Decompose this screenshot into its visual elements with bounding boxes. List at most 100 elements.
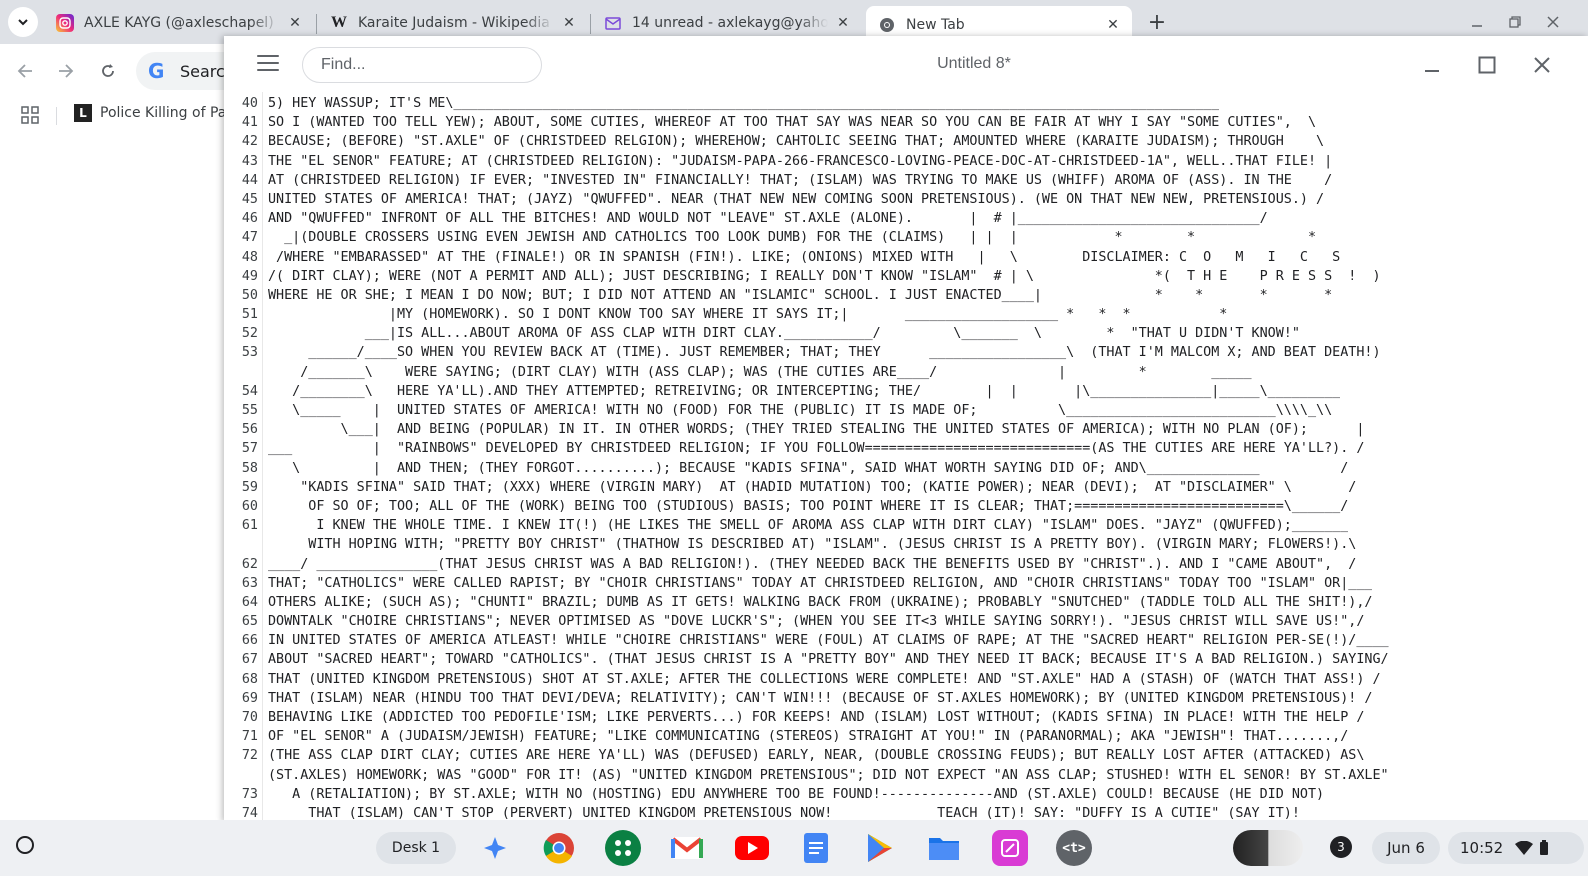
line-text[interactable]: THAT (ISLAM) NEAR (HINDU TOO THAT DEVI/D… — [268, 689, 1372, 708]
editor-body[interactable]: 40 5) HEY WASSUP; IT'S ME\_______________… — [224, 92, 1588, 822]
line-text[interactable]: AND "QWUFFED" INFRONT OF ALL THE BITCHES… — [268, 209, 1268, 228]
text-line[interactable]: 69 THAT (ISLAM) NEAR (HINDU TOO THAT DEVI… — [224, 689, 1588, 708]
close-tab-icon[interactable]: ✕ — [560, 14, 578, 32]
text-line[interactable]: 67 ABOUT "SACRED HEART"; TOWARD "CATHOLIC… — [224, 650, 1588, 669]
text-line[interactable]: 42 BECAUSE; (BEFORE) "ST.AXLE" OF (CHRIST… — [224, 132, 1588, 151]
apps-grid-icon[interactable] — [20, 105, 40, 125]
line-text[interactable]: BEHAVING LIKE (ADDICTED TOO PEDOFILE'ISM… — [268, 708, 1364, 727]
line-text[interactable]: /WHERE "EMBARASSED" AT THE (FINALE!) OR … — [268, 248, 1340, 267]
line-text[interactable]: ___ | "RAINBOWS" DEVELOPED BY CHRISTDEED… — [268, 439, 1364, 458]
assistant-icon[interactable] — [477, 830, 513, 866]
tab-wikipedia[interactable]: W Karaite Judaism - Wikipedia ✕ — [318, 6, 588, 40]
text-line[interactable]: 46 AND "QWUFFED" INFRONT OF ALL THE BITCH… — [224, 209, 1588, 228]
line-text[interactable]: 5) HEY WASSUP; IT'S ME\_________________… — [268, 94, 1219, 113]
apps-icon[interactable] — [605, 830, 641, 866]
text-line[interactable]: 73 A (RETALIATION); BY ST.AXLE; WITH NO … — [224, 785, 1588, 804]
minimize-icon[interactable] — [1464, 10, 1490, 34]
launcher-icon[interactable] — [16, 836, 34, 854]
forward-icon[interactable] — [53, 58, 79, 84]
status-tray[interactable]: 10:52 — [1448, 832, 1584, 864]
notification-badge[interactable]: 3 — [1330, 836, 1352, 858]
play-store-icon[interactable] — [862, 830, 898, 866]
line-text[interactable]: (THE ASS CLAP DIRT CLAY; CUTIES ARE HERE… — [268, 746, 1364, 765]
text-line[interactable]: 52 ___|IS ALL...ABOUT AROMA OF ASS CLAP … — [224, 324, 1588, 343]
text-line[interactable]: 49 /( DIRT CLAY); WERE (NOT A PERMIT AND … — [224, 267, 1588, 286]
text-line[interactable]: 64 OTHERS ALIKE; (SUCH AS); "CHUNTI" BRAZ… — [224, 593, 1588, 612]
text-line[interactable]: 44 AT (CHRISTDEED RELIGION) IF EVER; "INV… — [224, 171, 1588, 190]
text-line[interactable]: 50 WHERE HE OR SHE; I MEAN I DO NOW; BUT;… — [224, 286, 1588, 305]
text-line[interactable]: 65 DOWNTALK "CHOIRE CHRISTIANS"; NEVER OP… — [224, 612, 1588, 631]
text-line[interactable]: 70 BEHAVING LIKE (ADDICTED TOO PEDOFILE'I… — [224, 708, 1588, 727]
text-line[interactable]: 55 \_____ | UNITED STATES OF AMERICA! WI… — [224, 401, 1588, 420]
tab-mail[interactable]: 14 unread - axlekayg@yahoo.c ✕ — [592, 6, 862, 40]
line-text[interactable]: "KADIS SFINA" SAID THAT; (XXX) WHERE (VI… — [268, 478, 1356, 497]
line-text[interactable]: THAT (UNITED KINGDOM PRETENSIOUS) SHOT A… — [268, 670, 1381, 689]
text-line[interactable]: /_______\ WERE SAYING; (DIRT CLAY) WITH … — [224, 363, 1588, 382]
line-text[interactable]: I KNEW THE WHOLE TIME. I KNEW IT(!) (HE … — [268, 516, 1348, 535]
text-line[interactable]: 68 THAT (UNITED KINGDOM PRETENSIOUS) SHOT… — [224, 670, 1588, 689]
text-line[interactable]: (ST.AXLES) HOMEWORK; WAS "GOOD" FOR IT! … — [224, 766, 1588, 785]
line-text[interactable]: WHERE HE OR SHE; I MEAN I DO NOW; BUT; I… — [268, 286, 1332, 305]
line-text[interactable]: DOWNTALK "CHOIRE CHRISTIANS"; NEVER OPTI… — [268, 612, 1364, 631]
maximize-icon[interactable] — [1472, 50, 1502, 80]
close-tab-icon[interactable]: ✕ — [834, 14, 852, 32]
line-text[interactable]: WITH HOPING WITH; "PRETTY BOY CHRIST" (T… — [268, 535, 1356, 554]
reload-icon[interactable] — [95, 58, 121, 84]
tab-search-button[interactable] — [8, 7, 38, 37]
line-text[interactable]: ____/ _______________(THAT JESUS CHRIST … — [268, 555, 1356, 574]
bookmark-item[interactable]: L Police Killing of Pac — [74, 104, 234, 122]
find-input[interactable]: Find... — [302, 47, 542, 83]
text-line[interactable]: 62 ____/ _______________(THAT JESUS CHRIS… — [224, 555, 1588, 574]
youtube-icon[interactable] — [734, 830, 770, 866]
text-line[interactable]: 45 UNITED STATES OF AMERICA! THAT; (JAYZ)… — [224, 190, 1588, 209]
line-text[interactable]: \___| AND BEING (POPULAR) IN IT. IN OTHE… — [268, 420, 1365, 439]
line-text[interactable]: /( DIRT CLAY); WERE (NOT A PERMIT AND AL… — [268, 267, 1381, 286]
close-tab-icon[interactable]: ✕ — [1104, 16, 1122, 34]
line-text[interactable]: OF SO OF; TOO; ALL OF THE (WORK) BEING T… — [268, 497, 1348, 516]
line-text[interactable]: ___|IS ALL...ABOUT AROMA OF ASS CLAP WIT… — [268, 324, 1300, 343]
avatar[interactable] — [1233, 830, 1303, 866]
close-icon[interactable] — [1527, 50, 1557, 80]
text-line[interactable]: 47 _|(DOUBLE CROSSERS USING EVEN JEWISH … — [224, 228, 1588, 247]
terminal-icon[interactable]: <t> — [1056, 830, 1092, 866]
new-tab-button[interactable]: + — [1144, 9, 1170, 35]
line-text[interactable]: THE "EL SENOR" FEATURE; AT (CHRISTDEED R… — [268, 152, 1332, 171]
back-icon[interactable] — [12, 58, 38, 84]
desk-button[interactable]: Desk 1 — [376, 832, 456, 864]
close-window-icon[interactable] — [1540, 10, 1566, 34]
text-line[interactable]: 72 (THE ASS CLAP DIRT CLAY; CUTIES ARE HE… — [224, 746, 1588, 765]
text-line[interactable]: WITH HOPING WITH; "PRETTY BOY CHRIST" (T… — [224, 535, 1588, 554]
line-text[interactable]: /________\ HERE YA'LL).AND THEY ATTEMPTE… — [268, 382, 1340, 401]
docs-icon[interactable] — [798, 830, 834, 866]
text-line[interactable]: 43 THE "EL SENOR" FEATURE; AT (CHRISTDEED… — [224, 152, 1588, 171]
line-text[interactable]: OTHERS ALIKE; (SUCH AS); "CHUNTI" BRAZIL… — [268, 593, 1372, 612]
text-line[interactable]: 71 OF "EL SENOR" A (JUDAISM/JEWISH) FEATU… — [224, 727, 1588, 746]
line-text[interactable]: \ | AND THEN; (THEY FORGOT..........); B… — [268, 459, 1348, 478]
restore-icon[interactable] — [1502, 10, 1528, 34]
text-line[interactable]: 59 "KADIS SFINA" SAID THAT; (XXX) WHERE … — [224, 478, 1588, 497]
text-line[interactable]: 41 SO I (WANTED TOO TELL YEW); ABOUT, SOM… — [224, 113, 1588, 132]
text-line[interactable]: 53 ______/____SO WHEN YOU REVIEW BACK AT… — [224, 343, 1588, 362]
line-text[interactable]: A (RETALIATION); BY ST.AXLE; WITH NO (HO… — [268, 785, 1324, 804]
gmail-icon[interactable] — [669, 830, 705, 866]
line-text[interactable]: UNITED STATES OF AMERICA! THAT; (JAYZ) "… — [268, 190, 1324, 209]
minimize-icon[interactable] — [1417, 50, 1447, 80]
files-icon[interactable] — [926, 830, 962, 866]
line-text[interactable]: |MY (HOMEWORK). SO I DONT KNOW TOO SAY W… — [268, 305, 1227, 324]
text-line[interactable]: 61 I KNEW THE WHOLE TIME. I KNEW IT(!) (… — [224, 516, 1588, 535]
menu-icon[interactable] — [257, 55, 279, 73]
text-line[interactable]: 58 \ | AND THEN; (THEY FORGOT..........)… — [224, 459, 1588, 478]
text-lines[interactable]: 40 5) HEY WASSUP; IT'S ME\_______________… — [224, 94, 1588, 822]
text-line[interactable]: 57 ___ | "RAINBOWS" DEVELOPED BY CHRISTDE… — [224, 439, 1588, 458]
text-line[interactable]: 60 OF SO OF; TOO; ALL OF THE (WORK) BEIN… — [224, 497, 1588, 516]
line-text[interactable]: BECAUSE; (BEFORE) "ST.AXLE" OF (CHRISTDE… — [268, 132, 1324, 151]
line-text[interactable]: /_______\ WERE SAYING; (DIRT CLAY) WITH … — [268, 363, 1251, 382]
line-text[interactable]: OF "EL SENOR" A (JUDAISM/JEWISH) FEATURE… — [268, 727, 1348, 746]
line-text[interactable]: IN UNITED STATES OF AMERICA ATLEAST! WHI… — [268, 631, 1389, 650]
line-text[interactable]: SO I (WANTED TOO TELL YEW); ABOUT, SOME … — [268, 113, 1316, 132]
close-tab-icon[interactable]: ✕ — [286, 14, 304, 32]
line-text[interactable]: ______/____SO WHEN YOU REVIEW BACK AT (T… — [268, 343, 1380, 362]
chrome-icon[interactable] — [541, 830, 577, 866]
date-display[interactable]: Jun 6 — [1372, 832, 1440, 864]
line-text[interactable]: \_____ | UNITED STATES OF AMERICA! WITH … — [268, 401, 1332, 420]
